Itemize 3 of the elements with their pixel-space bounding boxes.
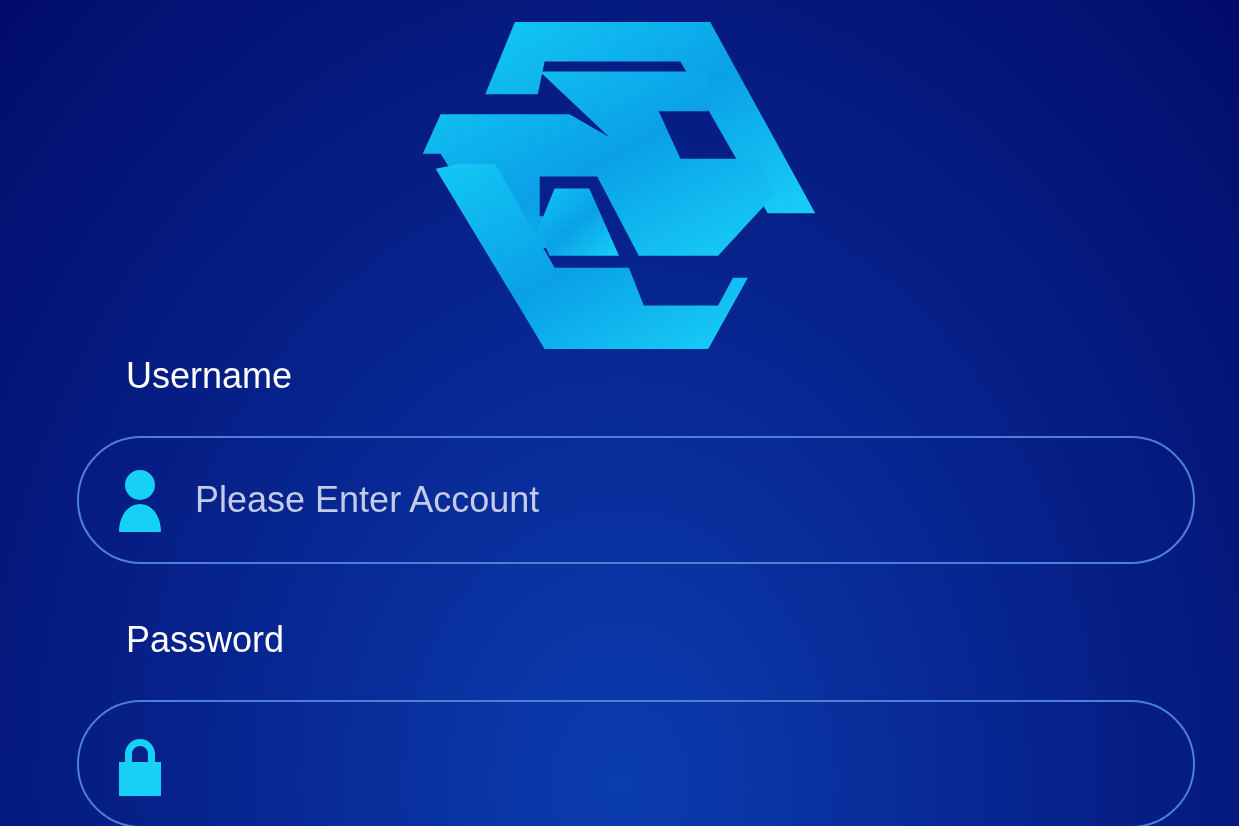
field-label: Username	[126, 354, 294, 398]
field-label: Password	[126, 618, 286, 662]
input-field[interactable]: Please Enter Account	[77, 436, 1195, 564]
